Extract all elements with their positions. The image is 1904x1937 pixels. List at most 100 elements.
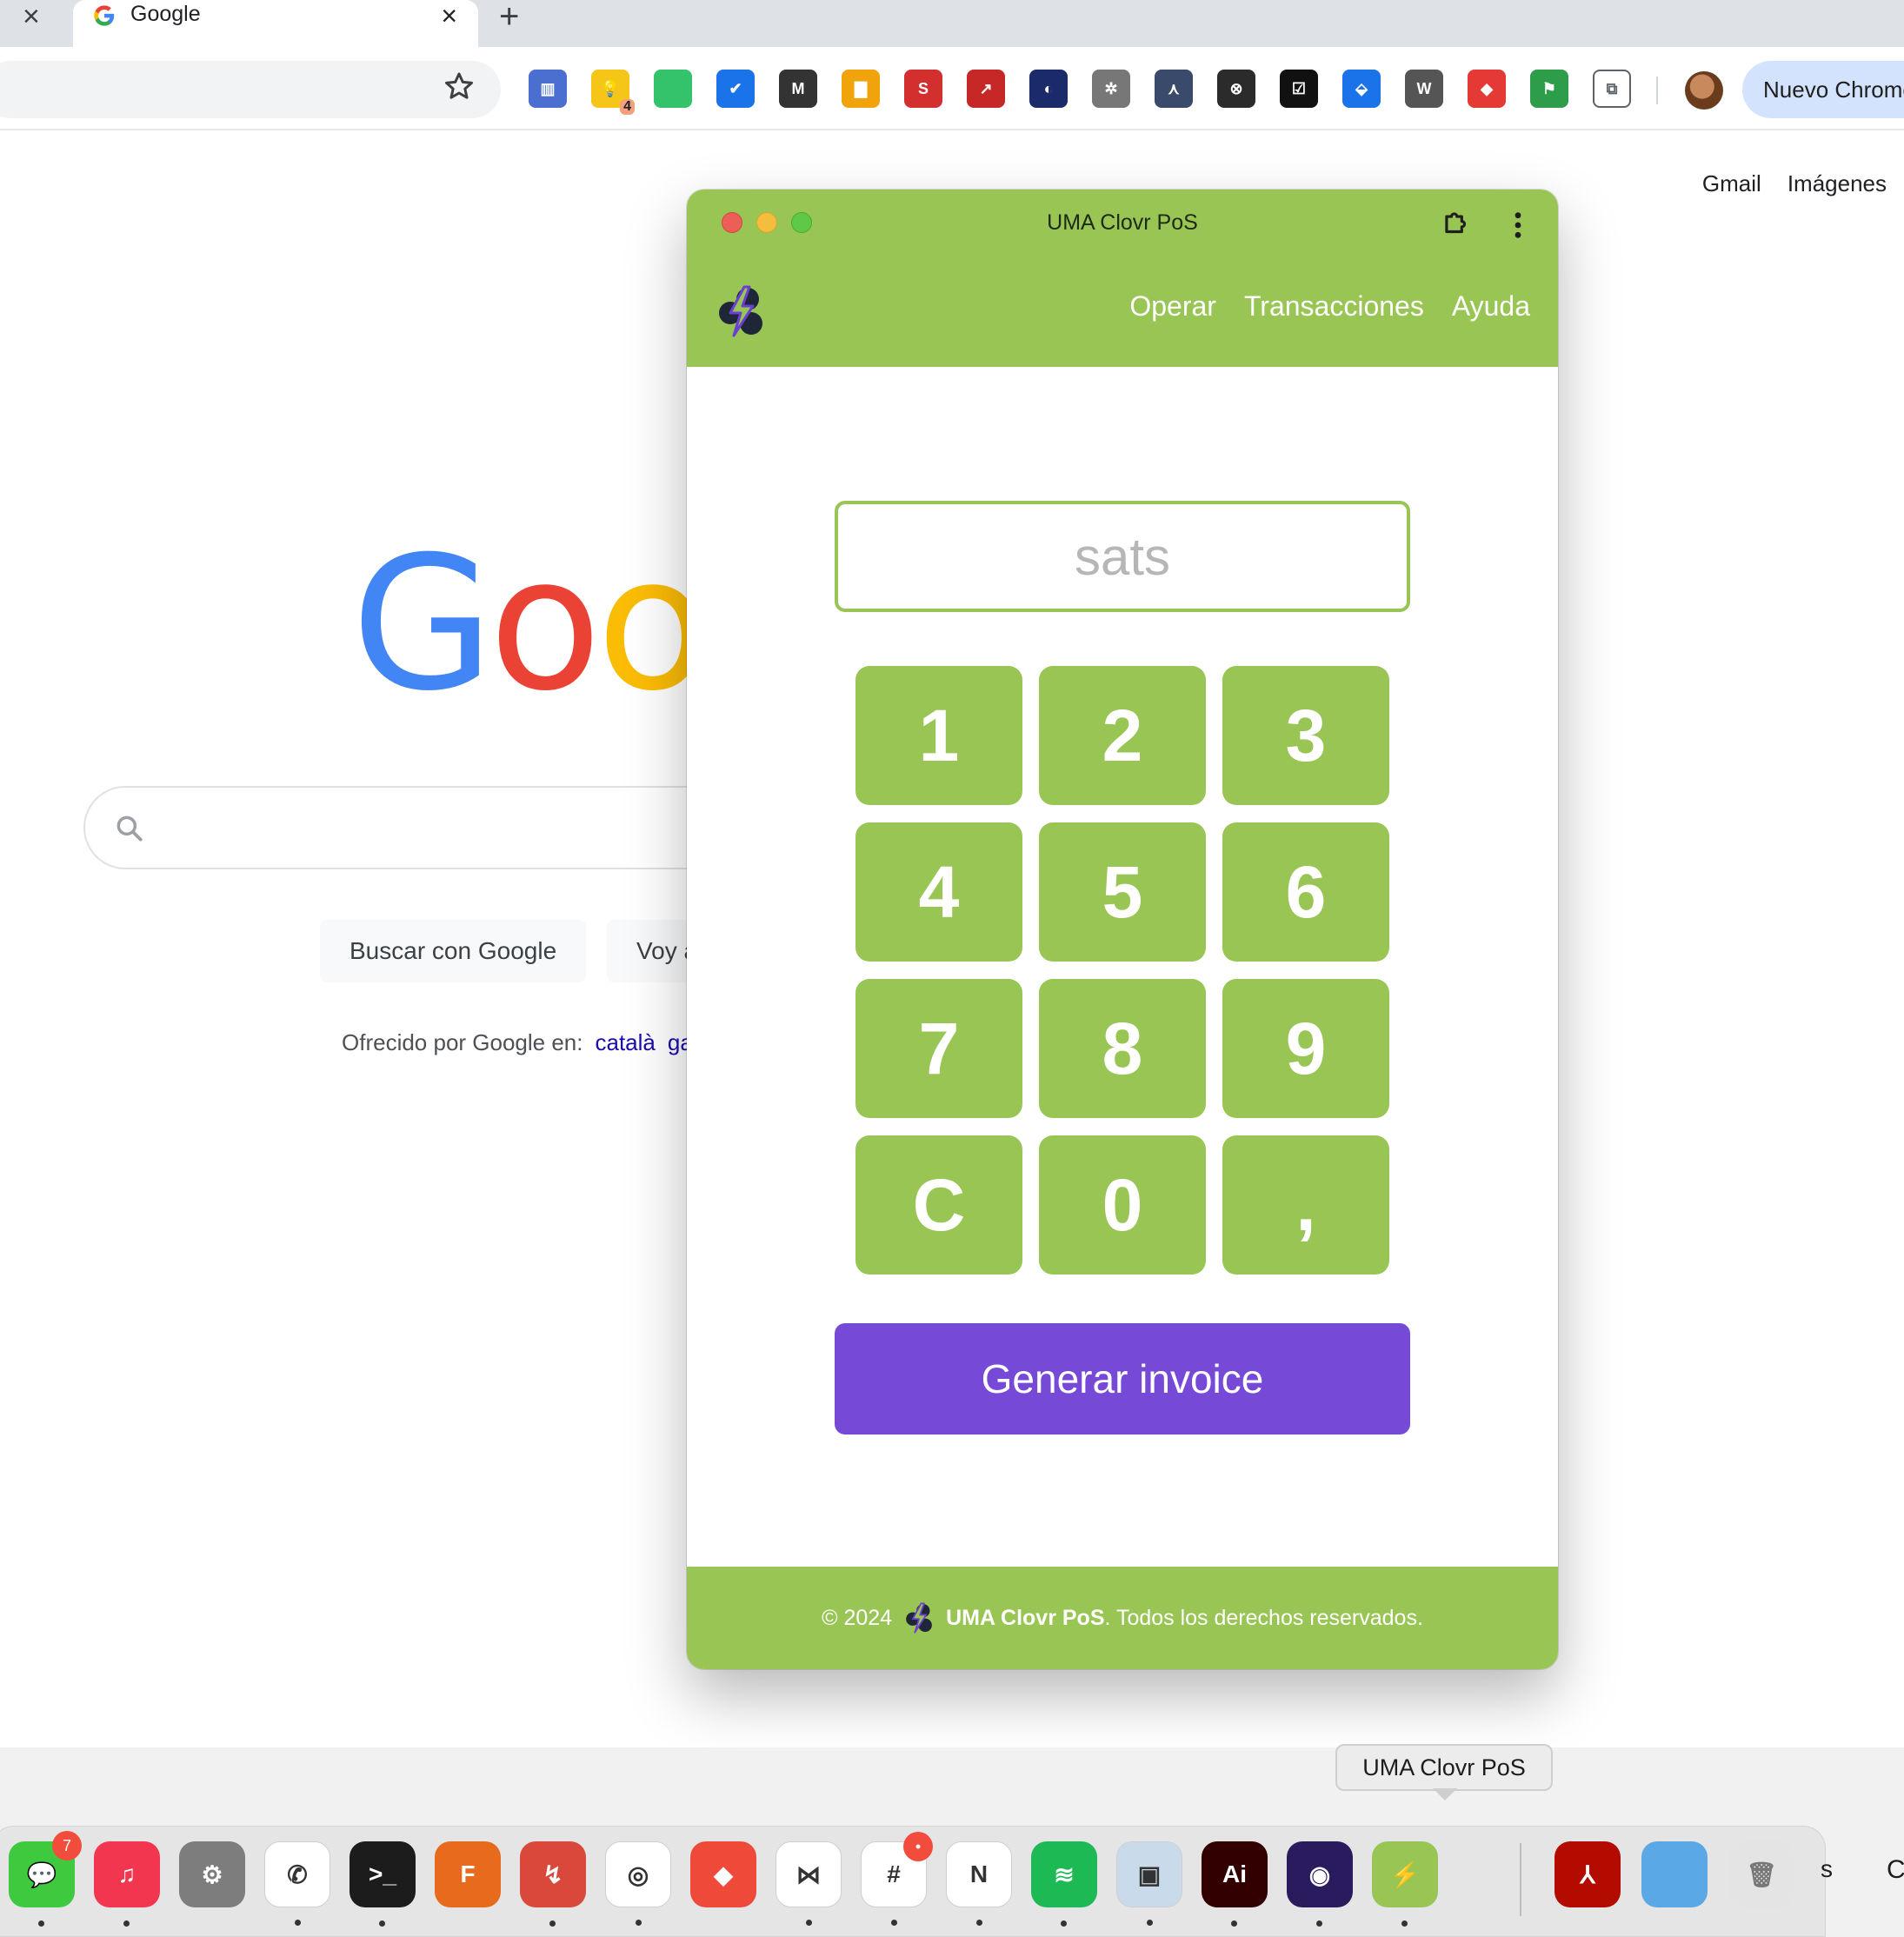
dock-glyph: ◉ [1308,1860,1331,1888]
dock-divider [1520,1843,1521,1916]
preview-app-icon[interactable]: ▣ [1116,1841,1182,1926]
key-6[interactable]: 6 [1222,822,1389,962]
images-link[interactable]: Imágenes [1787,170,1887,197]
running-indicator [38,1920,44,1927]
terminal-app-icon[interactable]: >_ [350,1841,416,1927]
generate-invoice-button[interactable]: Generar invoice [835,1323,1410,1434]
offered-in-languages: Ofrecido por Google en: català ga [342,1029,693,1056]
green-dot-extension-icon[interactable] [654,70,692,108]
dock-glyph: ◎ [627,1860,649,1888]
uma-clovr-app-icon[interactable]: ⚡ [1372,1841,1438,1927]
bookmark-star-icon[interactable] [442,70,476,104]
running-indicator [1231,1920,1237,1927]
running-indicator [1316,1920,1322,1927]
remote-desktop-app-icon[interactable]: ↯ [520,1841,586,1927]
serp-extension-icon[interactable]: S [904,70,942,108]
firefox-app-icon[interactable]: ◉ [1287,1841,1353,1927]
m-extension-icon[interactable]: M [779,70,817,108]
dock-glyph: ✆ [287,1860,308,1888]
dock-glyph: F [460,1860,476,1887]
whatsapp-app-icon[interactable]: ✆ [264,1841,330,1926]
check-extension-icon[interactable]: ✔ [716,70,755,108]
puzzle-extension-icon[interactable]: ⧉ [1593,70,1631,108]
close-tab-icon[interactable]: × [23,2,40,31]
key-2[interactable]: 2 [1039,666,1206,805]
fork-extension-icon[interactable]: ⋏ [1155,70,1193,108]
chrome-app-icon[interactable]: ◎ [605,1841,671,1926]
key-3[interactable]: 3 [1222,666,1389,805]
extensions-row: ▥ 💡 4 ✔ M ▇ S ↗ ◐ ✲ ⋏ ⊗ ☑ ⬙ W ◆ ⚑ ⧉ [529,70,1631,115]
system-settings-app-icon[interactable]: ⚙ [179,1841,245,1907]
gmail-link[interactable]: Gmail [1702,170,1761,197]
globe-extension-icon[interactable]: ⊗ [1217,70,1255,108]
language-link-catalan[interactable]: català [596,1029,656,1055]
close-tab-icon[interactable]: × [441,2,457,30]
nav-links: Operar Transacciones Ayuda [1129,290,1530,323]
bars-extension-icon[interactable]: ▇ [842,70,880,108]
messages-app-icon[interactable]: 💬 7 [9,1831,82,1927]
key-4[interactable]: 4 [855,822,1022,962]
running-indicator [636,1920,642,1926]
toolbar-divider [1656,77,1658,104]
new-tab-icon[interactable]: + [499,0,519,34]
task-extension-icon[interactable]: ☑ [1280,70,1318,108]
vscode-app-icon[interactable]: ⋈ [776,1841,842,1926]
amount-input[interactable] [835,501,1410,612]
nav-operar[interactable]: Operar [1129,290,1216,323]
more-options-icon[interactable] [1513,210,1523,240]
running-indicator [976,1920,982,1926]
sphere-extension-icon[interactable]: ◐ [1029,70,1068,108]
illustrator-app-icon[interactable]: Ai [1202,1841,1268,1927]
tab-strip: × Google × + [0,0,1904,49]
spotify-app-icon[interactable]: ≋ [1031,1841,1097,1927]
google-search-button[interactable]: Buscar con Google [320,920,587,982]
dock-glyph: # [887,1860,901,1887]
folder-icon[interactable] [1641,1841,1708,1907]
nav-transacciones[interactable]: Transacciones [1244,290,1424,323]
arrow-extension-icon[interactable]: ↗ [967,70,1005,108]
dock-glyph: ◆ [714,1860,733,1888]
w-extension-icon[interactable]: W [1405,70,1443,108]
notion-app-icon[interactable]: N [946,1841,1012,1926]
google-top-links: Gmail Imágenes [1702,170,1887,197]
key-1[interactable]: 1 [855,666,1022,805]
bulb-extension-icon[interactable]: 💡 4 [591,70,635,115]
address-bar[interactable] [0,61,501,118]
tag-extension-icon[interactable]: ⬙ [1342,70,1381,108]
seo-extension-icon[interactable]: ✲ [1092,70,1130,108]
running-indicator [549,1920,556,1927]
notification-badge: • [903,1832,933,1861]
dock-glyph: ⚡ [1389,1860,1421,1888]
key-7[interactable]: 7 [855,979,1022,1118]
running-indicator [1147,1920,1153,1926]
app-footer: © 2024 UMA Clovr PoS. Todos los derechos… [687,1567,1558,1669]
flag-extension-icon[interactable]: ⚑ [1530,70,1568,108]
tab-google[interactable]: Google × [73,0,478,49]
trash-icon[interactable]: 🗑 [1728,1841,1794,1907]
key-0[interactable]: 0 [1039,1135,1206,1275]
numeric-keypad: 1 2 3 4 5 6 7 8 9 C 0 , [855,666,1389,1275]
chart-extension-icon[interactable]: ▥ [529,70,567,108]
search-icon [117,815,143,842]
uma-clovr-logo-icon[interactable] [713,283,769,339]
key-9[interactable]: 9 [1222,979,1389,1118]
slack-app-icon[interactable]: # • [861,1832,933,1926]
fusion-app-icon[interactable]: F [435,1841,501,1907]
puzzle-extension-icon[interactable] [1440,207,1473,240]
footer-copyright: © 2024 [822,1605,893,1630]
key-8[interactable]: 8 [1039,979,1206,1118]
dock-apps: 💬 7 ♫ ⚙ ✆ >_ F ↯ ◎ ◆ ⋈ # • N ≋ ▣ Ai ◉ ⚡ [9,1831,1438,1927]
google-favicon-icon [94,5,115,26]
anydesk-app-icon[interactable]: ◆ [690,1841,756,1907]
acrobat-icon[interactable]: ⅄ [1554,1841,1621,1907]
key-5[interactable]: 5 [1039,822,1206,962]
new-chrome-button[interactable]: Nuevo Chrome [1742,61,1904,118]
key-clear[interactable]: C [855,1135,1022,1275]
music-app-icon[interactable]: ♫ [94,1841,160,1927]
nav-ayuda[interactable]: Ayuda [1452,290,1530,323]
key-decimal-comma[interactable]: , [1222,1135,1389,1275]
profile-avatar[interactable] [1685,71,1723,110]
dock-glyph: ↯ [543,1860,563,1888]
color-extension-icon[interactable]: ◆ [1468,70,1506,108]
running-indicator [1401,1920,1408,1927]
